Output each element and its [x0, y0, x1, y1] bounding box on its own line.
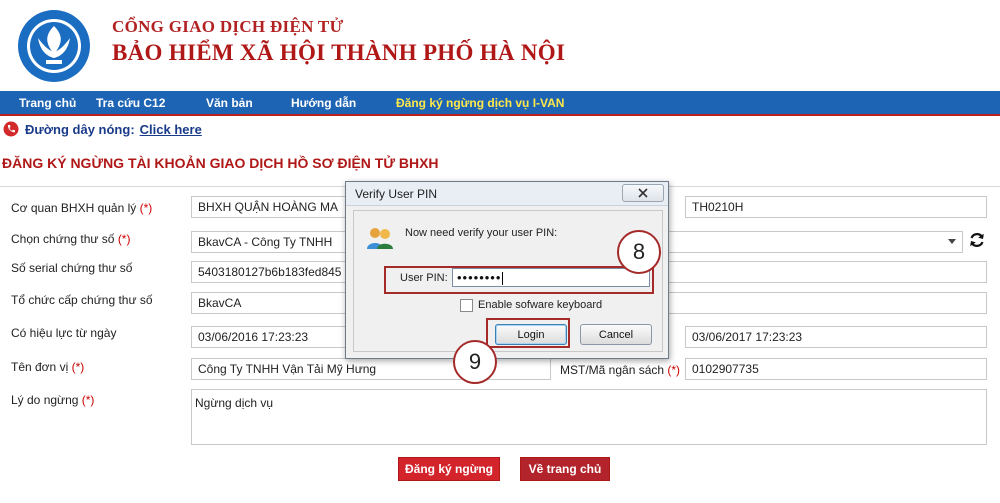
close-icon	[638, 188, 648, 198]
nav-item-ivan-cancel[interactable]: Đăng ký ngừng dịch vụ I-VAN	[396, 96, 564, 110]
page-title: ĐĂNG KÝ NGỪNG TÀI KHOẢN GIAO DỊCH HỒ SƠ …	[2, 155, 439, 171]
refresh-icon[interactable]	[968, 231, 986, 249]
cancel-button[interactable]: Cancel	[580, 324, 652, 345]
phone-icon	[3, 121, 19, 137]
cert-select-value: BkavCA - Công Ty TNHH	[198, 235, 333, 249]
unit-name-field[interactable]: Công Ty TNHH Vận Tải Mỹ Hưng	[191, 358, 551, 380]
software-keyboard-checkbox[interactable]	[460, 299, 473, 312]
users-icon	[367, 228, 393, 249]
agency-code-field[interactable]: TH0210H	[685, 196, 987, 218]
nav-item-lookup-c12[interactable]: Tra cứu C12	[96, 96, 206, 110]
home-button[interactable]: Về trang chủ	[520, 457, 610, 481]
serial-label: Số serial chứng thư số	[11, 261, 133, 275]
hotline-link[interactable]: Click here	[140, 122, 202, 137]
reason-text: Ngừng dịch vụ	[195, 396, 274, 410]
valid-from-field[interactable]: 03/06/2016 17:23:23	[191, 326, 351, 348]
tax-code-field[interactable]: 0102907735	[685, 358, 987, 380]
step-9-badge: 9	[453, 340, 497, 384]
dialog-close-button[interactable]	[622, 184, 664, 202]
bhxh-logo-icon	[18, 10, 90, 82]
validity-label: Có hiệu lực từ ngày	[11, 326, 117, 340]
org-title: BẢO HIỂM XÃ HỘI THÀNH PHỐ HÀ NỘI	[112, 40, 566, 65]
tax-code-label: MST/Mã ngân sách (*)	[560, 363, 681, 377]
valid-to-field[interactable]: 03/06/2017 17:23:23	[685, 326, 987, 348]
nav-item-guide[interactable]: Hướng dẫn	[291, 96, 396, 110]
hotline-bar: Đường dây nóng: Click here	[0, 119, 1000, 139]
hotline-label: Đường dây nóng:	[25, 121, 135, 137]
portal-title: CỔNG GIAO DỊCH ĐIỆN TỬ	[112, 17, 344, 36]
reason-label: Lý do ngừng (*)	[11, 393, 95, 407]
site-header: CỔNG GIAO DỊCH ĐIỆN TỬ BẢO HIỂM XÃ HỘI T…	[0, 0, 1000, 91]
dialog-titlebar[interactable]: Verify User PIN	[346, 182, 668, 206]
dialog-title: Verify User PIN	[355, 187, 438, 201]
dialog-message: Now need verify your user PIN:	[405, 227, 558, 239]
issuer-label: Tổ chức cấp chứng thư số	[11, 293, 153, 307]
nav-item-documents[interactable]: Văn bản	[206, 96, 291, 110]
cert-label: Chọn chứng thư số (*)	[11, 232, 131, 246]
step-8-badge: 8	[617, 230, 661, 274]
agency-label: Cơ quan BHXH quản lý (*)	[11, 201, 153, 215]
reason-textarea[interactable]: Ngừng dịch vụ	[191, 389, 987, 445]
login-highlight-box	[486, 318, 570, 348]
unit-label: Tên đơn vị (*)	[11, 360, 85, 374]
software-keyboard-label: Enable sofware keyboard	[478, 299, 603, 311]
pin-highlight-box	[384, 266, 654, 294]
register-cancel-button[interactable]: Đăng ký ngừng	[398, 457, 500, 481]
agency-field[interactable]: BHXH QUẬN HOÀNG MA	[191, 196, 371, 218]
chevron-down-icon	[948, 239, 956, 244]
main-nav: Trang chủ Tra cứu C12 Văn bản Hướng dẫn …	[0, 91, 1000, 116]
nav-item-home[interactable]: Trang chủ	[0, 96, 96, 110]
